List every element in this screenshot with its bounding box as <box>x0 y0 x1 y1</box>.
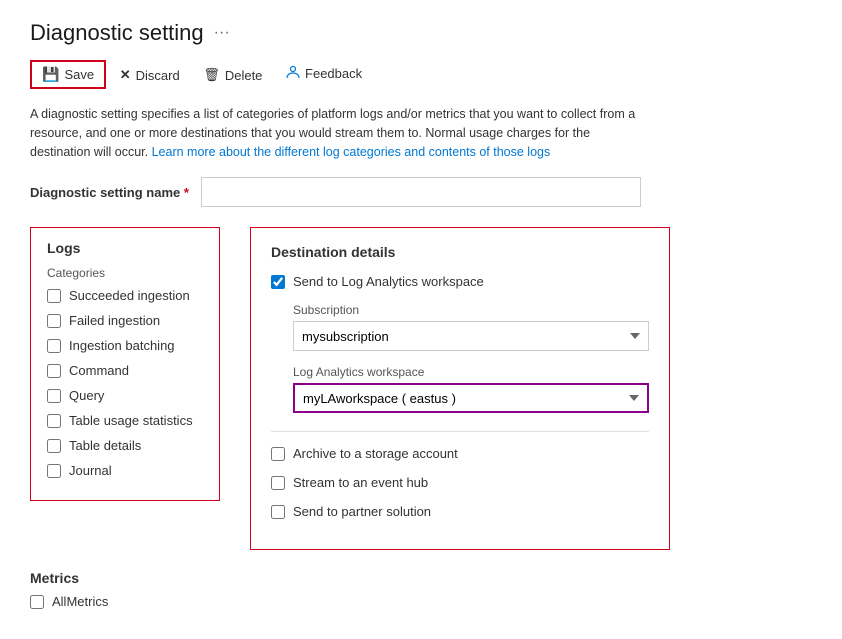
metrics-section: Metrics AllMetrics <box>30 570 812 609</box>
workspace-select[interactable]: myLAworkspace ( eastus ) <box>293 383 649 413</box>
delete-icon: 🗑 <box>203 67 220 83</box>
list-item: Failed ingestion <box>47 313 203 328</box>
archive-storage-item: Archive to a storage account <box>271 446 649 461</box>
stream-event-hub-label[interactable]: Stream to an event hub <box>293 475 428 490</box>
description-text: A diagnostic setting specifies a list of… <box>30 105 650 161</box>
title-text: Diagnostic setting <box>30 20 204 46</box>
stream-event-hub-checkbox[interactable] <box>271 476 285 490</box>
table-details-label[interactable]: Table details <box>69 438 141 453</box>
ellipsis-menu[interactable]: ··· <box>214 24 230 42</box>
send-partner-checkbox[interactable] <box>271 505 285 519</box>
list-item: Ingestion batching <box>47 338 203 353</box>
discard-icon: ✕ <box>120 67 131 83</box>
failed-ingestion-checkbox[interactable] <box>47 314 61 328</box>
delete-label: Delete <box>225 68 263 83</box>
succeeded-ingestion-label[interactable]: Succeeded ingestion <box>69 288 190 303</box>
send-partner-item: Send to partner solution <box>271 504 649 519</box>
discard-button[interactable]: ✕ Discard <box>110 63 190 87</box>
separator <box>271 431 649 432</box>
list-item: Succeeded ingestion <box>47 288 203 303</box>
query-label[interactable]: Query <box>69 388 104 403</box>
save-icon: 💾 <box>42 66 59 83</box>
table-details-checkbox[interactable] <box>47 439 61 453</box>
journal-checkbox[interactable] <box>47 464 61 478</box>
logs-panel: Logs Categories Succeeded ingestion Fail… <box>30 227 220 501</box>
categories-label: Categories <box>47 266 203 280</box>
send-log-analytics-label[interactable]: Send to Log Analytics workspace <box>293 274 484 289</box>
command-checkbox[interactable] <box>47 364 61 378</box>
discard-label: Discard <box>136 68 180 83</box>
command-label[interactable]: Command <box>69 363 129 378</box>
send-log-analytics-item: Send to Log Analytics workspace <box>271 274 649 289</box>
logs-title: Logs <box>47 240 203 256</box>
destination-panel: Destination details Send to Log Analytic… <box>250 227 670 550</box>
feedback-button[interactable]: Feedback <box>276 61 372 86</box>
save-button[interactable]: 💾 Save <box>32 62 104 87</box>
subscription-label: Subscription <box>293 303 649 317</box>
workspace-label: Log Analytics workspace <box>293 365 649 379</box>
archive-storage-label[interactable]: Archive to a storage account <box>293 446 458 461</box>
learn-more-link[interactable]: Learn more about the different log categ… <box>152 145 551 159</box>
journal-label[interactable]: Journal <box>69 463 112 478</box>
metrics-title: Metrics <box>30 570 812 586</box>
subscription-select[interactable]: mysubscription <box>293 321 649 351</box>
table-usage-statistics-label[interactable]: Table usage statistics <box>69 413 193 428</box>
send-log-analytics-checkbox[interactable] <box>271 275 285 289</box>
table-usage-statistics-checkbox[interactable] <box>47 414 61 428</box>
delete-button[interactable]: 🗑 Delete <box>193 63 272 87</box>
list-item: Query <box>47 388 203 403</box>
failed-ingestion-label[interactable]: Failed ingestion <box>69 313 160 328</box>
feedback-label: Feedback <box>305 66 362 81</box>
list-item: Journal <box>47 463 203 478</box>
page-title: Diagnostic setting ··· <box>30 20 812 46</box>
list-item: Command <box>47 363 203 378</box>
feedback-icon <box>286 65 300 82</box>
archive-storage-checkbox[interactable] <box>271 447 285 461</box>
ingestion-batching-label[interactable]: Ingestion batching <box>69 338 175 353</box>
list-item: Table usage statistics <box>47 413 203 428</box>
list-item: Table details <box>47 438 203 453</box>
succeeded-ingestion-checkbox[interactable] <box>47 289 61 303</box>
destination-title: Destination details <box>271 244 649 260</box>
query-checkbox[interactable] <box>47 389 61 403</box>
setting-name-label: Diagnostic setting name * <box>30 185 189 200</box>
setting-name-input[interactable] <box>201 177 641 207</box>
send-partner-label[interactable]: Send to partner solution <box>293 504 431 519</box>
ingestion-batching-checkbox[interactable] <box>47 339 61 353</box>
save-label: Save <box>64 67 94 82</box>
stream-event-hub-item: Stream to an event hub <box>271 475 649 490</box>
